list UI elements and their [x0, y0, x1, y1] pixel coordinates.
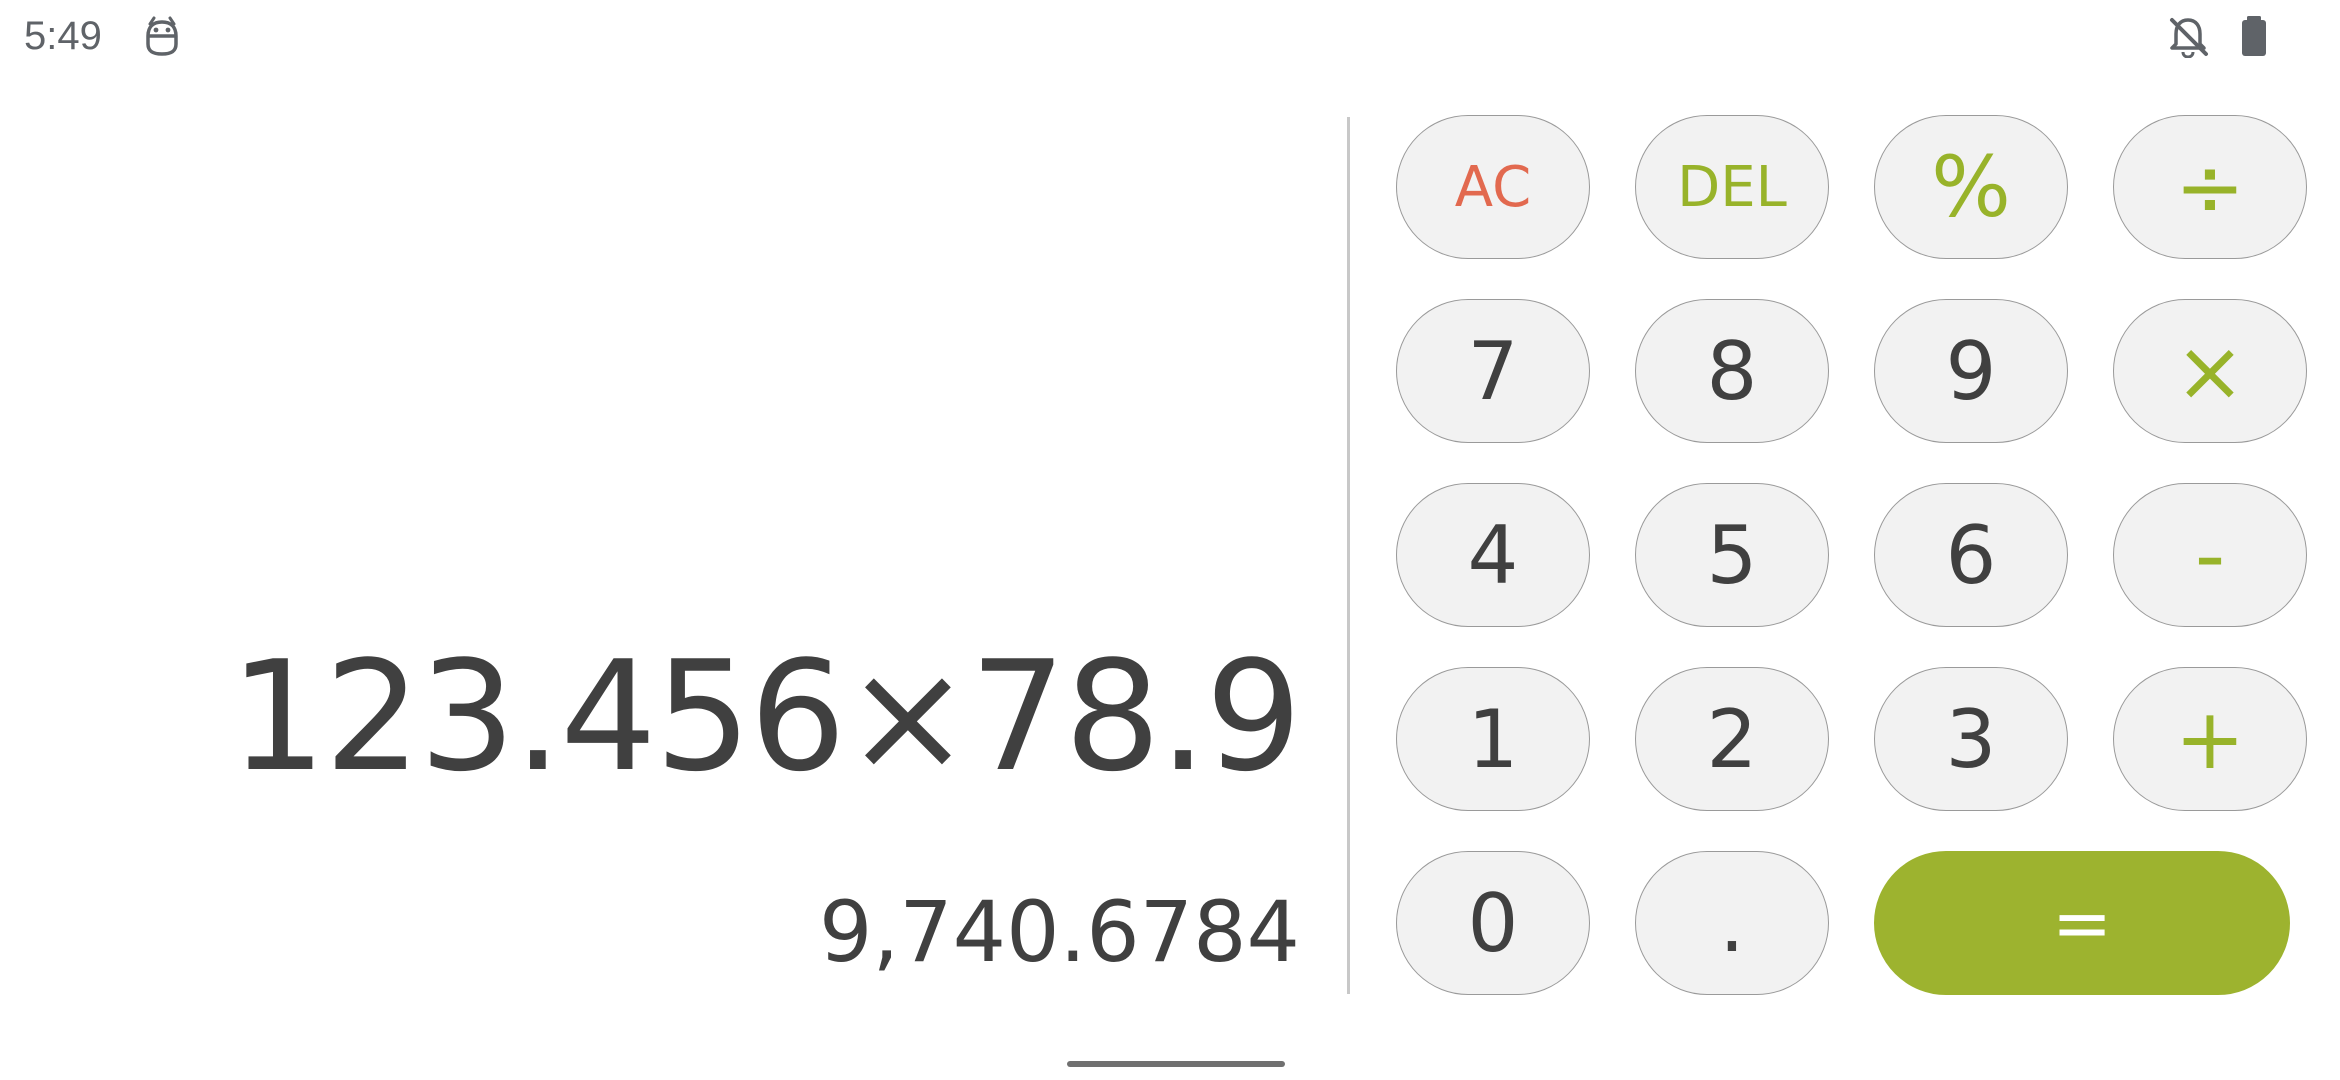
status-time: 5:49 [24, 14, 102, 58]
result-display: 9,740.6784 [819, 883, 1300, 981]
digit-2-button[interactable]: 2 [1635, 667, 1829, 811]
digit-9-button[interactable]: 9 [1874, 299, 2068, 443]
digit-5-button[interactable]: 5 [1635, 483, 1829, 627]
digit-1-button[interactable]: 1 [1396, 667, 1590, 811]
app-notification-icon [146, 16, 178, 56]
battery-icon [2242, 16, 2266, 56]
calculator-screen: 5:49 123.456×78.9 9,740.6784 AC DEL % ÷ … [0, 0, 2340, 1080]
panel-divider [1347, 117, 1350, 994]
delete-button[interactable]: DEL [1635, 115, 1829, 259]
add-button[interactable]: + [2113, 667, 2307, 811]
bell-off-icon [2170, 18, 2208, 58]
decimal-point-button[interactable]: . [1635, 851, 1829, 995]
clear-button[interactable]: AC [1396, 115, 1590, 259]
digit-7-button[interactable]: 7 [1396, 299, 1590, 443]
digit-0-button[interactable]: 0 [1396, 851, 1590, 995]
subtract-button[interactable]: - [2113, 483, 2307, 627]
percent-button[interactable]: % [1874, 115, 2068, 259]
divide-button[interactable]: ÷ [2113, 115, 2307, 259]
equals-button[interactable]: = [1874, 851, 2290, 995]
navigation-handle[interactable] [1067, 1061, 1285, 1067]
digit-6-button[interactable]: 6 [1874, 483, 2068, 627]
digit-3-button[interactable]: 3 [1874, 667, 2068, 811]
expression-display: 123.456×78.9 [229, 628, 1302, 805]
digit-4-button[interactable]: 4 [1396, 483, 1590, 627]
digit-8-button[interactable]: 8 [1635, 299, 1829, 443]
multiply-button[interactable]: × [2113, 299, 2307, 443]
